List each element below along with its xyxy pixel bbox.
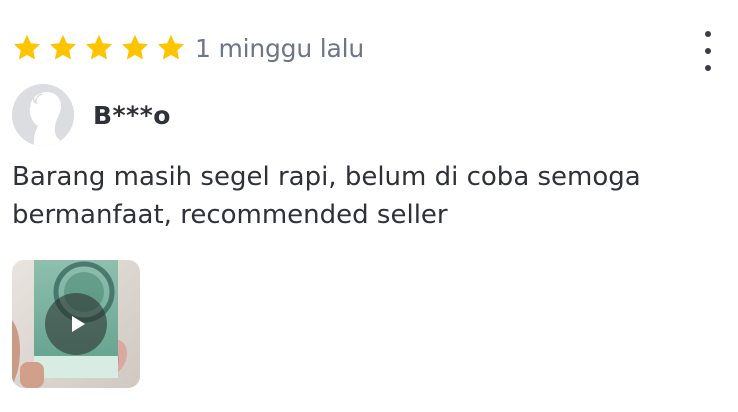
default-avatar-icon (12, 84, 74, 146)
more-vertical-icon[interactable] (700, 31, 716, 71)
star-icon (12, 33, 42, 63)
star-icon (84, 33, 114, 63)
star-icon (120, 33, 150, 63)
play-icon (71, 316, 85, 332)
play-button[interactable] (45, 293, 107, 355)
star-icon (48, 33, 78, 63)
star-rating (12, 33, 186, 63)
rating-row: 1 minggu lalu (12, 30, 364, 66)
review-time: 1 minggu lalu (195, 33, 364, 63)
star-icon (156, 33, 186, 63)
reviewer-name: B***o (93, 100, 171, 130)
reviewer-info: B***o (12, 84, 171, 146)
review-text: Barang masih segel rapi, belum di coba s… (12, 162, 641, 230)
review-video-thumbnail[interactable] (12, 260, 140, 388)
